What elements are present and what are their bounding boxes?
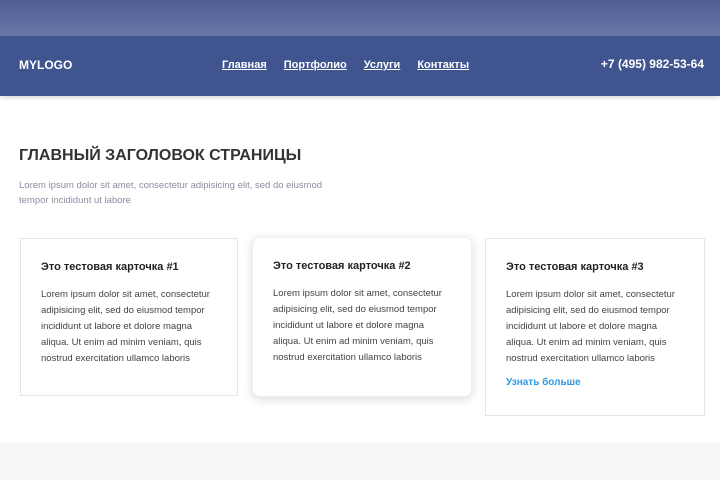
card-1: Это тестовая карточка #1 Lorem ipsum dol… [20, 238, 238, 396]
logo[interactable]: MYLOGO [19, 58, 72, 72]
card-text: Lorem ipsum dolor sit amet, consectetur … [506, 289, 675, 364]
card-2: Это тестовая карточка #2 Lorem ipsum dol… [252, 237, 472, 397]
phone-number: +7 (495) 982-53-64 [600, 57, 704, 71]
card-text: Lorem ipsum dolor sit amet, consectetur … [273, 288, 442, 363]
nav-link-contacts[interactable]: Контакты [417, 59, 469, 71]
nav-link-home[interactable]: Главная [222, 59, 267, 71]
page-title: ГЛАВНЫЙ ЗАГОЛОВОК СТРАНИЦЫ [19, 147, 302, 164]
card-3: Это тестовая карточка #3 Lorem ipsum dol… [485, 238, 705, 416]
header-nav: MYLOGO Главная Портфолио Услуги Контакты… [0, 36, 720, 96]
card-title: Это тестовая карточка #1 [41, 261, 179, 273]
nav-link-services[interactable]: Услуги [364, 59, 401, 71]
nav-link-portfolio[interactable]: Портфолио [284, 59, 347, 71]
card-title: Это тестовая карточка #3 [506, 261, 644, 273]
page-subtitle: Lorem ipsum dolor sit amet, consectetur … [19, 180, 323, 206]
learn-more-link[interactable]: Узнать больше [506, 377, 684, 388]
nav-links: Главная Портфолио Услуги Контакты [222, 59, 469, 71]
footer-band [0, 443, 720, 480]
top-band [0, 0, 720, 36]
card-title: Это тестовая карточка #2 [273, 260, 411, 272]
card-text: Lorem ipsum dolor sit amet, consectetur … [41, 289, 210, 364]
